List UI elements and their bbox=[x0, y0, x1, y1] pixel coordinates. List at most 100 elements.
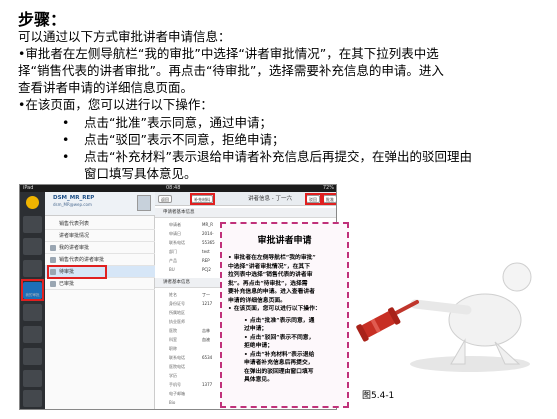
nav-item-5[interactable] bbox=[23, 304, 42, 321]
field-label: 手机号 bbox=[169, 382, 181, 387]
tree-item-speaker-approval[interactable]: 讲者审批情况 bbox=[45, 230, 155, 242]
field-label: 所属地区 bbox=[169, 310, 185, 315]
highlight-pending bbox=[47, 265, 107, 279]
tree-item-label: 已审批 bbox=[59, 281, 75, 287]
sub-item-text: 点击“驳回”表示不同意，拒绝申请； bbox=[84, 132, 285, 147]
figure-caption: 图5.4-1 bbox=[362, 391, 395, 401]
left-nav-bar: 我的审批 bbox=[20, 192, 45, 409]
popup-sub-line: 具体意见。 bbox=[244, 377, 273, 383]
popup-sub-line: • 点击“驳回”表示不同意， bbox=[244, 334, 315, 341]
clock: 08:48 bbox=[166, 185, 181, 191]
field-label: 联系电话 bbox=[169, 355, 185, 360]
nav-item-home[interactable] bbox=[23, 216, 42, 233]
bullet-line-1: •审批者在左侧导航栏“我的审批”中选择“讲者审批情况”，在其下拉列表中选 bbox=[18, 46, 439, 61]
field-label: 联系电话 bbox=[169, 240, 185, 245]
bullet-line-2: 择“销售代表的讲者审批”。再点击“待审批”，选择需要补充信息的申请。进入 bbox=[18, 63, 444, 78]
popup-title: 审批讲者申请 bbox=[257, 236, 312, 246]
field-label: 部门 bbox=[169, 249, 177, 254]
popup-sub-line: • 点击“补充材料”表示退给 bbox=[244, 351, 315, 358]
popup-sub-line: • 点击“批准”表示同意，通 bbox=[244, 317, 315, 324]
field-label: 产品 bbox=[169, 258, 177, 263]
tree-item-approved[interactable]: 已审批 bbox=[45, 278, 155, 290]
nav-item-6[interactable] bbox=[23, 326, 42, 343]
sub-item-text: 窗口填写具体意见。 bbox=[84, 166, 197, 181]
sub-item-text: 点击“批准”表示同意，通过申请； bbox=[84, 115, 272, 130]
nav-item-2[interactable] bbox=[23, 238, 42, 255]
gavel-figure-illustration bbox=[356, 262, 532, 372]
person-icon bbox=[50, 245, 56, 251]
field-label: 电子邮箱 bbox=[169, 391, 185, 396]
field-value: PCJ2 bbox=[202, 267, 211, 272]
approval-tree-panel: DSM_MR_REP dsm_MR@wep.com 销售代表列表 讲者审批情况 … bbox=[45, 192, 155, 409]
popup-line: 中选择“讲者审批情况”，在其下 bbox=[228, 263, 311, 270]
nav-item-9[interactable] bbox=[23, 390, 42, 407]
bullet-line-4: •在该页面，您可以进行以下操作： bbox=[18, 97, 213, 112]
intro-line: 可以通过以下方式审批讲者申请信息： bbox=[18, 29, 231, 44]
field-label: 姓名 bbox=[169, 292, 177, 297]
app-logo-icon bbox=[26, 196, 39, 209]
section-title: 讲者基本信息 bbox=[163, 280, 190, 285]
highlight-reject bbox=[305, 193, 322, 205]
popup-sub-line: 拒绝申请； bbox=[244, 343, 273, 349]
popup-line: 申请的详细信息页面。 bbox=[228, 297, 286, 304]
detail-title: 讲者信息 - 丁一六 bbox=[248, 196, 292, 202]
popup-line: • 在该页面，您可以进行以下操作： bbox=[228, 306, 321, 312]
field-label: 科室 bbox=[169, 337, 177, 342]
field-value: 血液 bbox=[202, 337, 210, 342]
field-value: test bbox=[202, 249, 210, 254]
avatar bbox=[137, 195, 151, 211]
field-label: 执业医师 bbox=[169, 319, 185, 324]
bullet-dot: • bbox=[62, 149, 70, 164]
steps-heading: 步骤： bbox=[18, 10, 67, 29]
back-button[interactable]: 返回 bbox=[158, 195, 172, 203]
nav-item-3[interactable] bbox=[23, 260, 42, 277]
popup-sub-line: 申请者补充信息后再提交， bbox=[244, 360, 314, 366]
nav-item-8[interactable] bbox=[23, 370, 42, 387]
figure-head bbox=[502, 262, 532, 292]
field-label: 医院电话 bbox=[169, 364, 185, 369]
bullet-dot: • bbox=[62, 115, 70, 130]
section-applicant-info: 申请者基本信息 bbox=[155, 208, 336, 218]
field-label: 职称 bbox=[169, 346, 177, 351]
field-value: 1217 bbox=[202, 301, 213, 306]
field-value: 6534 bbox=[202, 355, 213, 360]
field-label: BU bbox=[169, 267, 175, 272]
field-value: 吉林 bbox=[202, 328, 210, 333]
popup-sub-line: 在弹出的驳回理由窗口填写 bbox=[244, 368, 314, 375]
field-label: 申请者 bbox=[169, 222, 181, 227]
user-name: DSM_MR_REP bbox=[53, 195, 95, 201]
highlight-approve bbox=[322, 193, 336, 205]
status-bar: iPad 08:48 72% bbox=[20, 185, 336, 192]
user-header: DSM_MR_REP dsm_MR@wep.com bbox=[45, 192, 155, 216]
field-value: 55365 bbox=[202, 240, 215, 245]
tree-item-sales-reps[interactable]: 销售代表列表 bbox=[45, 218, 155, 230]
field-label: 医院 bbox=[169, 328, 177, 333]
popup-line: 拉列表中选择“销售代表的讲者审 bbox=[228, 272, 313, 278]
sub-item-text: 点击“补充材料”表示退给申请者补充信息后再提交，在弹出的驳回理由 bbox=[84, 149, 472, 164]
field-label: 学历 bbox=[169, 373, 177, 378]
popup-line: 要补充信息的申请。进入查看讲者 bbox=[228, 289, 315, 295]
section-title: 申请者基本信息 bbox=[163, 210, 195, 215]
highlight-supplement bbox=[190, 193, 215, 205]
field-value: 2014- bbox=[202, 231, 214, 236]
popup-sub-line: 过申请； bbox=[244, 326, 268, 332]
bullet-line-3: 查看讲者申请的详细信息页面。 bbox=[18, 80, 194, 95]
bullet-dot: • bbox=[62, 132, 70, 147]
figure-arm bbox=[410, 299, 472, 315]
field-label: 身份证号 bbox=[169, 301, 185, 306]
nav-item-7[interactable] bbox=[23, 348, 42, 365]
tree-item-label: 我的讲者审批 bbox=[59, 245, 90, 251]
figure-body bbox=[448, 293, 522, 347]
gavel-head-icon bbox=[356, 307, 401, 342]
field-label: 申请日 bbox=[169, 231, 181, 236]
tree-item-my-speaker-approval[interactable]: 我的讲者审批 bbox=[45, 242, 155, 254]
popup-line: • 审批者在左侧导航栏“我的审批” bbox=[228, 255, 316, 261]
approval-instruction-popup: 审批讲者申请 • 审批者在左侧导航栏“我的审批” 中选择“讲者审批情况”，在其下拉… bbox=[220, 222, 349, 408]
popup-line: 批”。再点击“待审批”，选择需 bbox=[228, 280, 308, 287]
field-value: MR_R bbox=[202, 222, 214, 227]
tree-item-label: 讲者审批情况 bbox=[59, 233, 90, 239]
approved-icon bbox=[50, 281, 56, 287]
field-value: REP bbox=[202, 258, 210, 263]
figure-leg bbox=[450, 338, 466, 365]
device-label: iPad bbox=[23, 185, 34, 191]
